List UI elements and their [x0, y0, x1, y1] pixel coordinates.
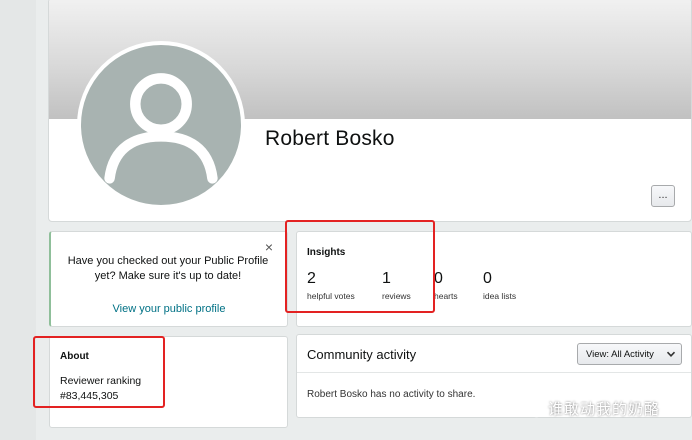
profile-name: Robert Bosko	[265, 127, 395, 150]
insights-card: Insights 2 helpful votes 1 reviews 0 hea…	[296, 231, 692, 327]
reviewer-ranking-value: #83,445,305	[60, 390, 119, 402]
stat-value: 1	[382, 270, 391, 287]
person-silhouette-icon	[104, 73, 218, 184]
stat-idea-lists[interactable]: 0 idea lists	[483, 270, 516, 301]
stat-value: 2	[307, 270, 316, 287]
stat-label: reviews	[382, 291, 411, 301]
activity-title: Community activity	[307, 347, 417, 362]
activity-filter-dropdown[interactable]: View: All Activity	[577, 343, 682, 365]
activity-header: Community activity View: All Activity	[297, 335, 691, 373]
avatar[interactable]	[77, 41, 245, 209]
wechat-icon	[522, 399, 544, 417]
dropdown-label: View: All Activity	[586, 348, 654, 360]
insights-title: Insights	[307, 247, 346, 258]
stat-label: helpful votes	[307, 291, 355, 301]
watermark-text: 谁敢动我的奶酪	[548, 401, 661, 418]
about-card: About Reviewer ranking #83,445,305	[49, 336, 288, 428]
stat-value: 0	[483, 270, 492, 287]
profile-header-card: Robert Bosko ...	[48, 0, 692, 222]
chevron-down-icon	[666, 351, 676, 357]
stat-helpful-votes[interactable]: 2 helpful votes	[307, 270, 355, 301]
about-title: About	[60, 351, 89, 362]
activity-empty-message: Robert Bosko has no activity to share.	[307, 389, 476, 400]
stat-reviews[interactable]: 1 reviews	[382, 270, 411, 301]
page-left-gutter	[0, 0, 36, 440]
public-profile-notice: × Have you checked out your Public Profi…	[49, 231, 288, 327]
reviewer-ranking-label: Reviewer ranking	[60, 375, 142, 387]
notice-text: Have you checked out your Public Profile…	[67, 255, 269, 282]
stat-hearts[interactable]: 0 hearts	[434, 270, 458, 301]
close-icon[interactable]: ×	[265, 240, 273, 254]
stat-value: 0	[434, 270, 443, 287]
more-options-button[interactable]: ...	[651, 185, 675, 207]
stat-label: hearts	[434, 291, 458, 301]
stat-label: idea lists	[483, 291, 517, 301]
watermark: 谁敢动我的奶酪	[522, 398, 660, 419]
view-public-profile-link[interactable]: View your public profile	[51, 303, 287, 315]
